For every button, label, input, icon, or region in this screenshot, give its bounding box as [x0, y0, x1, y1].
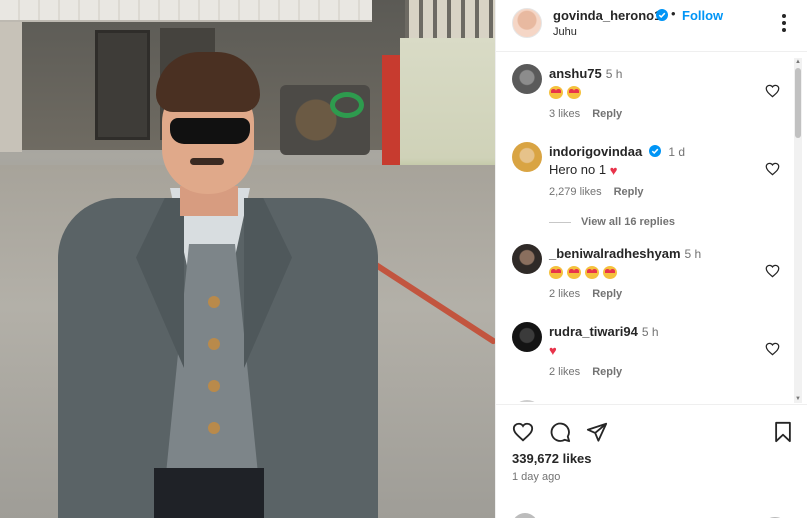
post-photo[interactable] [0, 0, 495, 518]
commenter-username[interactable]: indorigovindaa 1 d [549, 144, 685, 159]
heart-icon[interactable] [512, 421, 534, 443]
post-header: govinda_herono1 • Follow Juhu [496, 0, 807, 52]
vest-button [208, 422, 220, 434]
pink-heart-emoji: ♥ [549, 343, 557, 359]
reply-button[interactable]: Reply [614, 186, 644, 198]
more-options-icon[interactable] [776, 12, 792, 34]
comment-input-avatar [512, 513, 538, 518]
comment-text [549, 264, 621, 280]
comment-like-heart-icon[interactable] [765, 342, 780, 356]
comment-meta: 2,279 likes Reply [549, 186, 656, 198]
heart-eyes-emoji [603, 266, 617, 280]
commenter-avatar[interactable] [512, 142, 542, 172]
heart-eyes-emoji [585, 266, 599, 280]
view-replies-button[interactable]: View all 16 replies [549, 216, 675, 228]
commenter-avatar[interactable] [512, 400, 542, 402]
person-pants [154, 468, 264, 518]
post-location[interactable]: Juhu [553, 26, 577, 38]
reply-button[interactable]: Reply [592, 288, 622, 300]
pink-heart-emoji: ♥ [609, 163, 618, 179]
comment-like-heart-icon[interactable] [765, 264, 780, 278]
comment-like-heart-icon[interactable] [765, 84, 780, 98]
comment-text: ♥ [549, 342, 557, 358]
post-actions: 339,672 likes 1 day ago [496, 404, 807, 518]
post-side-panel: govinda_herono1 • Follow Juhu anshu75 5 h… [495, 0, 807, 518]
vest-button [208, 338, 220, 350]
post-date: 1 day ago [512, 471, 561, 483]
reply-button[interactable]: Reply [592, 108, 622, 120]
comment-likes[interactable]: 2 likes [549, 366, 580, 378]
comment-text: Hero no 1 ♥ [549, 162, 618, 179]
bookmark-icon[interactable] [772, 421, 794, 443]
post-likes-count[interactable]: 339,672 likes [512, 451, 592, 466]
person-sunglasses [170, 118, 250, 144]
comment-text [549, 84, 585, 100]
commenter-username[interactable]: rudra_tiwari94 5 h [549, 324, 659, 339]
author-username[interactable]: govinda_herono1 [553, 8, 661, 23]
scroll-thumb[interactable] [795, 68, 801, 138]
commenter-avatar[interactable] [512, 244, 542, 274]
photo-railing [405, 0, 495, 40]
reply-button[interactable]: Reply [592, 366, 622, 378]
photo-pillar [0, 22, 22, 152]
header-separator: • [671, 6, 676, 21]
vest-button [208, 296, 220, 308]
commenter-username[interactable]: _beniwalradheshyam 5 h [549, 246, 701, 261]
scroll-up-arrow-icon[interactable]: ▲ [794, 58, 802, 66]
comment-likes[interactable]: 2 likes [549, 288, 580, 300]
comment-icon[interactable] [549, 421, 571, 443]
comment-likes[interactable]: 2,279 likes [549, 186, 602, 198]
comments-scrollbar[interactable]: ▲ ▼ [794, 58, 802, 403]
commenter-avatar[interactable] [512, 64, 542, 94]
author-avatar[interactable] [512, 8, 542, 38]
comment-meta: 2 likes Reply [549, 366, 634, 378]
heart-eyes-emoji [549, 266, 563, 280]
photo-awning [0, 0, 372, 22]
heart-eyes-emoji [567, 266, 581, 280]
replies-divider [549, 221, 571, 223]
comments-list: anshu75 5 h 3 likes Reply indorigovindaa 1… [496, 52, 807, 402]
comment-likes[interactable]: 3 likes [549, 108, 580, 120]
person-hair [156, 52, 260, 112]
commenter-avatar[interactable] [512, 322, 542, 352]
heart-eyes-emoji [549, 86, 563, 100]
vest-button [208, 380, 220, 392]
heart-eyes-emoji [567, 86, 581, 100]
commenter-username[interactable]: anshu75 5 h [549, 66, 622, 81]
comment-like-heart-icon[interactable] [765, 162, 780, 176]
photo-person [58, 48, 378, 518]
share-icon[interactable] [586, 421, 608, 443]
scroll-down-arrow-icon[interactable]: ▼ [794, 395, 802, 403]
verified-badge-icon [656, 9, 668, 21]
comment-meta: 2 likes Reply [549, 288, 634, 300]
person-mustache [190, 158, 224, 165]
comment-meta: 3 likes Reply [549, 108, 634, 120]
follow-button[interactable]: Follow [682, 8, 723, 23]
verified-badge-icon [648, 145, 661, 157]
